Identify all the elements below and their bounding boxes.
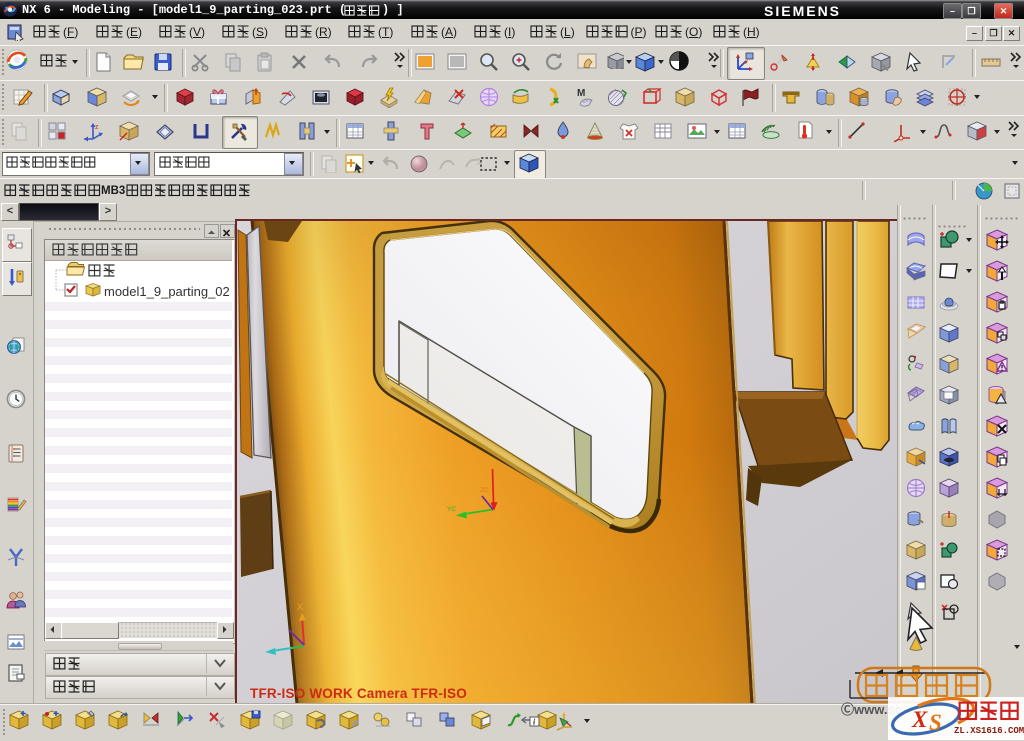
svg-text:X: X — [297, 602, 303, 612]
svg-text:YC: YC — [447, 506, 456, 513]
svg-text:TFR-ISO WORK Camera TFR-ISO: TFR-ISO WORK Camera TFR-ISO — [250, 686, 467, 701]
svg-text:S: S — [929, 710, 942, 735]
svg-text:X: X — [911, 707, 928, 732]
svg-text:z: z — [95, 124, 99, 131]
svg-text:M: M — [577, 88, 585, 99]
svg-text:ZC: ZC — [480, 487, 489, 494]
